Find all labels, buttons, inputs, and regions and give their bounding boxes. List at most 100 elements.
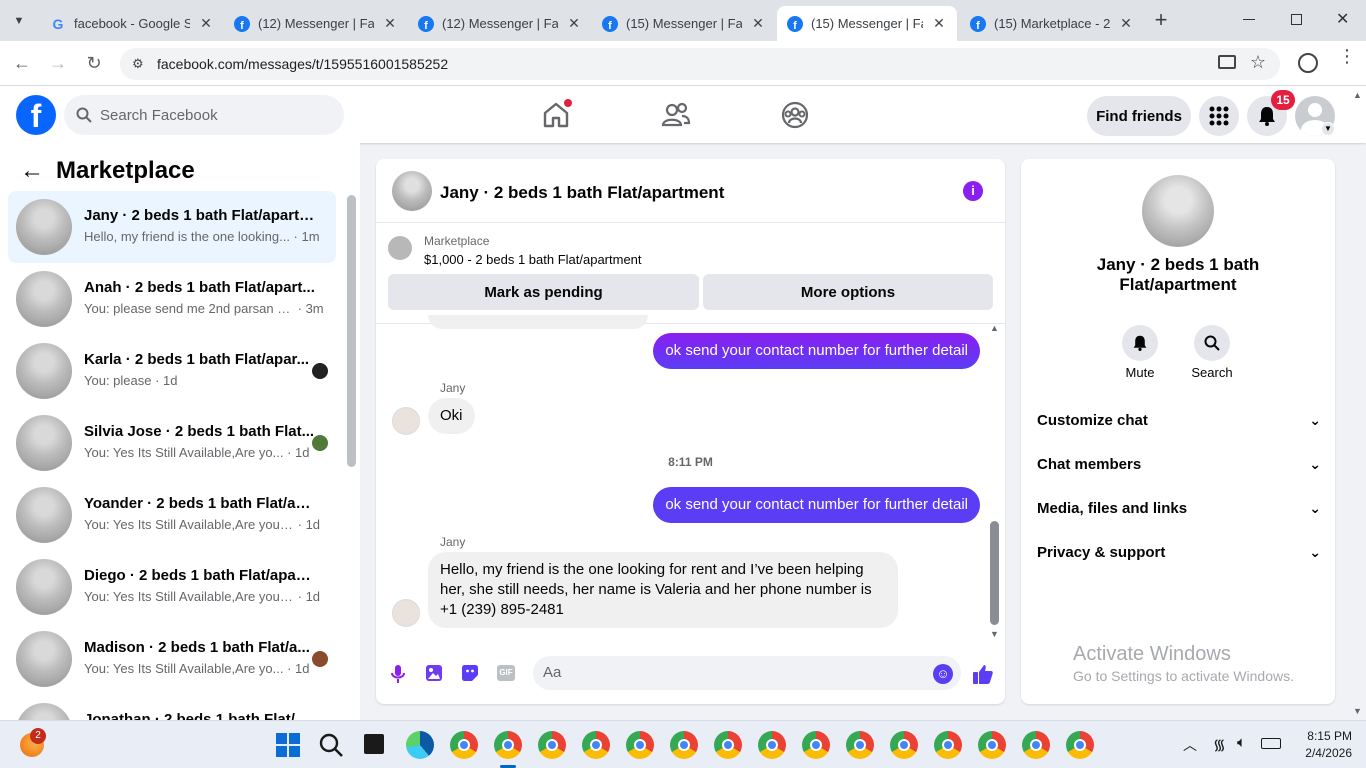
clock-date[interactable]: 2/4/2026 — [1290, 746, 1352, 760]
wifi-icon[interactable]: ᯾ — [1213, 735, 1226, 755]
scroll-down-arrow[interactable]: ▼ — [990, 629, 999, 639]
conversation-item[interactable]: Karla · 2 beds 1 bath Flat/apar... You: … — [8, 335, 336, 407]
customize-chat-row[interactable]: Customize chat ⌄ — [1037, 402, 1321, 438]
chrome-taskbar-icon-active[interactable] — [494, 731, 522, 759]
chrome-taskbar-icon[interactable] — [670, 731, 698, 759]
restore-window-icon[interactable] — [1291, 14, 1302, 25]
close-tab-icon[interactable]: ✕ — [198, 15, 214, 32]
page-scrollbar-down[interactable]: ▼ — [1353, 706, 1362, 716]
chrome-taskbar-icon[interactable] — [846, 731, 874, 759]
info-icon[interactable]: i — [963, 181, 983, 201]
chrome-taskbar-icon[interactable] — [978, 731, 1006, 759]
photo-icon[interactable] — [425, 664, 443, 682]
emoji-icon[interactable]: ☺ — [933, 664, 953, 684]
edge-browser-icon[interactable] — [406, 731, 434, 759]
chrome-taskbar-icon[interactable] — [890, 731, 918, 759]
url-input[interactable]: ⚙ facebook.com/messages/t/15955160015852… — [120, 48, 1280, 80]
volume-icon[interactable]: 🔈︎ — [1237, 734, 1246, 751]
privacy-support-row[interactable]: Privacy & support ⌄ — [1037, 534, 1321, 570]
chat-members-row[interactable]: Chat members ⌄ — [1037, 446, 1321, 482]
close-tab-icon[interactable]: ✕ — [1118, 15, 1134, 32]
listing-banner[interactable]: Marketplace $1,000 - 2 beds 1 bath Flat/… — [376, 224, 1005, 324]
mark-as-pending-button[interactable]: Mark as pending — [388, 274, 699, 310]
scroll-up-arrow[interactable]: ▲ — [990, 323, 999, 333]
sender-avatar[interactable] — [392, 407, 420, 435]
media-files-links-row[interactable]: Media, files and links ⌄ — [1037, 490, 1321, 526]
conversation-item[interactable]: Jonathan · 2 beds 1 bath Flat/ap... — [8, 695, 336, 720]
chrome-taskbar-icon[interactable] — [450, 731, 478, 759]
show-hidden-icons-chevron[interactable]: ︿ — [1183, 735, 1197, 755]
conversation-item[interactable]: Anah · 2 beds 1 bath Flat/apart... You: … — [8, 263, 336, 335]
search-icon[interactable] — [318, 732, 344, 758]
close-window-icon[interactable]: ✕ — [1336, 9, 1352, 29]
close-tab-icon[interactable]: ✕ — [566, 15, 582, 32]
listing-avatar[interactable] — [1142, 175, 1214, 247]
like-thumb-icon[interactable] — [972, 663, 994, 685]
site-info-icon[interactable]: ⚙ — [132, 56, 144, 72]
browser-tab[interactable]: G facebook - Google Se ✕ — [40, 6, 224, 41]
chrome-taskbar-icon[interactable] — [934, 731, 962, 759]
microphone-icon[interactable] — [390, 664, 406, 684]
tab-list-button[interactable]: ▼ — [8, 10, 30, 32]
more-options-button[interactable]: More options — [703, 274, 993, 310]
gif-icon[interactable]: GIF — [497, 665, 515, 681]
search-in-chat-button[interactable] — [1194, 325, 1230, 361]
chrome-taskbar-icon[interactable] — [1066, 731, 1094, 759]
incoming-message[interactable]: Oki — [428, 398, 475, 434]
chevron-down-icon[interactable]: ▼ — [1321, 122, 1335, 136]
battery-icon[interactable] — [1261, 738, 1281, 749]
browser-menu-icon[interactable]: ⋮ — [1338, 47, 1356, 65]
browser-tab-active[interactable]: f (15) Messenger | Face ✕ — [777, 6, 957, 41]
browser-tab[interactable]: f (15) Marketplace - 2 b ✕ — [960, 6, 1144, 41]
clock-time[interactable]: 8:15 PM — [1296, 729, 1352, 743]
menu-grid-button[interactable] — [1199, 96, 1239, 136]
forward-arrow-icon[interactable]: → — [44, 49, 72, 77]
task-view-icon[interactable] — [364, 734, 384, 754]
close-tab-icon[interactable]: ✕ — [750, 15, 766, 32]
browser-tab[interactable]: f (15) Messenger | Face ✕ — [592, 6, 776, 41]
friends-icon[interactable] — [660, 99, 692, 131]
new-tab-button[interactable]: + — [1150, 8, 1172, 32]
chrome-taskbar-icon[interactable] — [582, 731, 610, 759]
reload-icon[interactable]: ↻ — [80, 49, 108, 77]
install-app-icon[interactable] — [1218, 55, 1236, 69]
mute-button[interactable] — [1122, 325, 1158, 361]
sender-avatar[interactable] — [392, 599, 420, 627]
bookmark-star-icon[interactable]: ☆ — [1250, 52, 1266, 73]
chrome-taskbar-icon[interactable] — [802, 731, 830, 759]
browser-tab[interactable]: f (12) Messenger | Face ✕ — [224, 6, 408, 41]
search-facebook-input[interactable]: Search Facebook — [64, 95, 344, 135]
profile-icon[interactable] — [1298, 53, 1318, 73]
chat-avatar[interactable] — [392, 171, 432, 211]
chrome-taskbar-icon[interactable] — [626, 731, 654, 759]
chrome-taskbar-icon[interactable] — [538, 731, 566, 759]
back-arrow-icon[interactable]: ← — [8, 49, 36, 77]
browser-tab[interactable]: f (12) Messenger | Face ✕ — [408, 6, 592, 41]
outgoing-message[interactable]: ok send your contact number for further … — [653, 487, 980, 523]
conversation-item[interactable]: Silvia Jose · 2 beds 1 bath Flat... You:… — [8, 407, 336, 479]
sticker-icon[interactable] — [461, 664, 479, 682]
back-arrow-icon[interactable]: ← — [20, 157, 44, 185]
messages-scrollbar[interactable] — [990, 521, 999, 625]
home-icon[interactable] — [540, 99, 572, 131]
chat-title[interactable]: Jany · 2 beds 1 bath Flat/apartment — [440, 183, 724, 203]
chrome-taskbar-icon[interactable] — [758, 731, 786, 759]
conversation-item[interactable]: Yoander · 2 beds 1 bath Flat/apa... You:… — [8, 479, 336, 551]
start-windows-icon[interactable] — [276, 733, 300, 757]
conversation-item[interactable]: Jany · 2 beds 1 bath Flat/apartm... Hell… — [8, 191, 336, 263]
incoming-message[interactable]: Hello, my friend is the one looking for … — [428, 552, 898, 628]
find-friends-button[interactable]: Find friends — [1087, 96, 1191, 136]
facebook-logo[interactable]: f — [16, 95, 56, 135]
message-input[interactable]: Aa — [533, 656, 961, 690]
minimize-window-icon[interactable] — [1243, 19, 1255, 20]
conversation-item[interactable]: Diego · 2 beds 1 bath Flat/apart... You:… — [8, 551, 336, 623]
close-tab-icon[interactable]: ✕ — [382, 15, 398, 32]
groups-icon[interactable] — [779, 99, 811, 131]
chrome-taskbar-icon[interactable] — [1022, 731, 1050, 759]
page-scrollbar-up[interactable]: ▲ — [1353, 90, 1362, 100]
outgoing-message[interactable]: ok send your contact number for further … — [653, 333, 980, 369]
chrome-taskbar-icon[interactable] — [714, 731, 742, 759]
close-tab-icon[interactable]: ✕ — [931, 15, 947, 32]
sidebar-scrollbar[interactable] — [347, 195, 356, 467]
conversation-item[interactable]: Madison · 2 beds 1 bath Flat/a... You: Y… — [8, 623, 336, 695]
